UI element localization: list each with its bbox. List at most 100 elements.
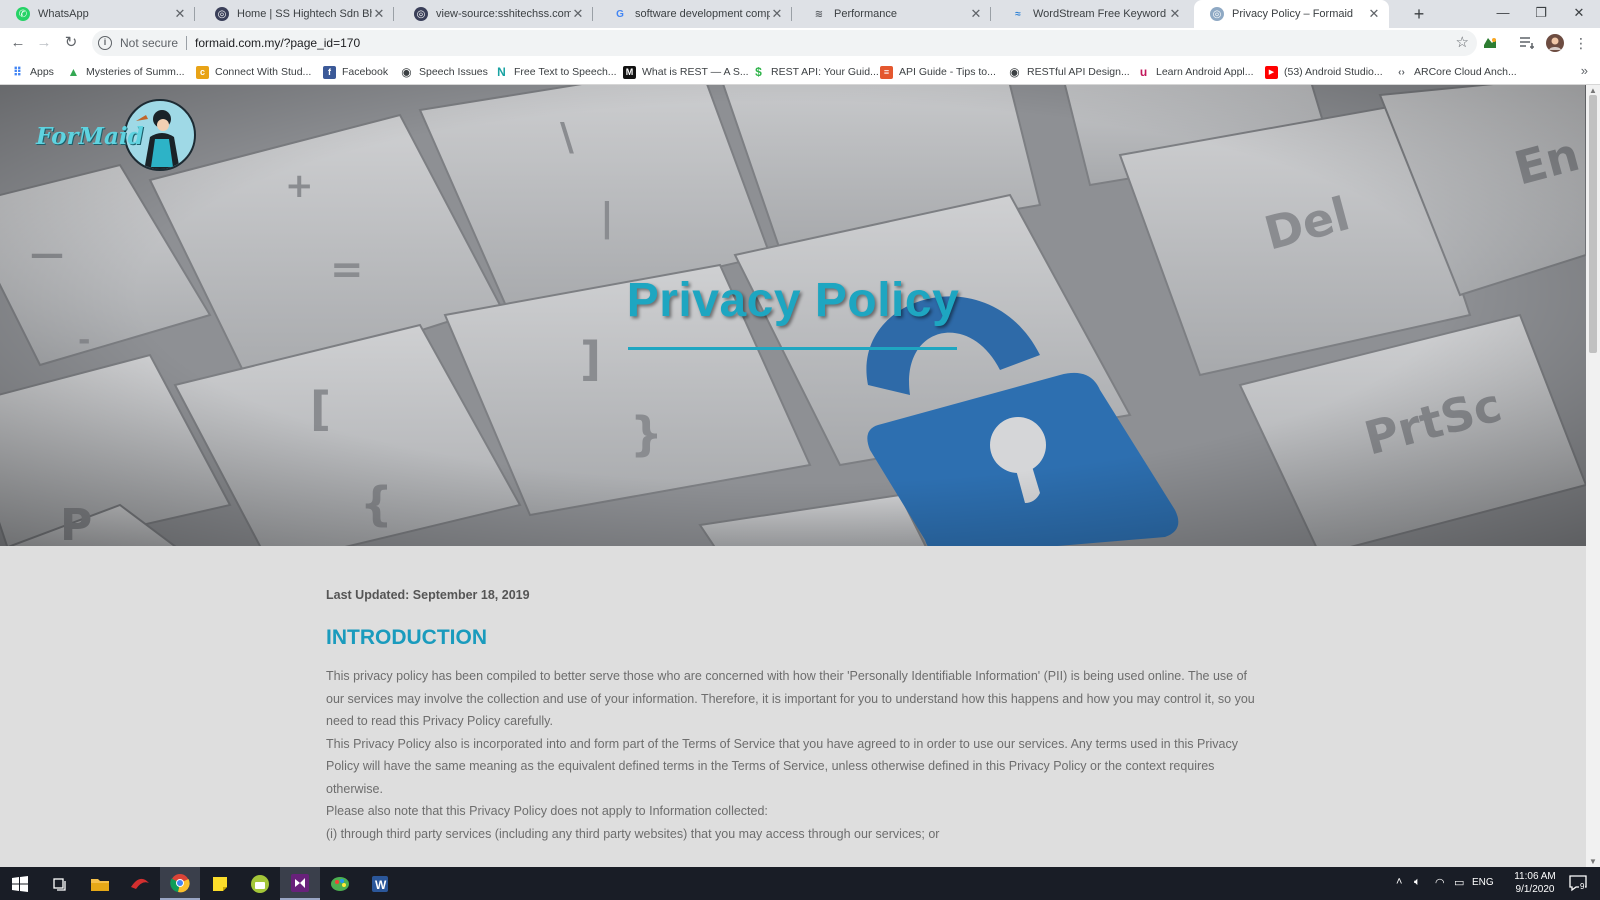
bookmark-label: Learn Android Appl... bbox=[1156, 66, 1254, 78]
menu-kebab-icon[interactable]: ⋮ bbox=[1570, 32, 1592, 54]
bookmark-label: What is REST — A S... bbox=[642, 66, 749, 78]
tab-privacy-policy[interactable]: ◎ Privacy Policy – Formaid ✕ bbox=[1194, 0, 1389, 28]
scrollbar-thumb[interactable] bbox=[1589, 95, 1597, 353]
page-scrollbar[interactable]: ▲ ▼ bbox=[1586, 85, 1600, 867]
bookmark-learn-android[interactable]: u Learn Android Appl... bbox=[1137, 63, 1254, 81]
bookmark-label: (53) Android Studio... bbox=[1284, 66, 1383, 78]
close-icon[interactable]: ✕ bbox=[571, 6, 585, 22]
page-viewport: + = — - \ | ] } [ { P Del PrtSc En bbox=[0, 85, 1586, 867]
wordstream-icon: ≈ bbox=[1015, 8, 1021, 20]
scroll-down-arrow-icon[interactable]: ▼ bbox=[1589, 857, 1597, 866]
tab-wordstream[interactable]: ≈ WordStream Free Keyword Tool ✕ bbox=[995, 0, 1190, 28]
extension-icon[interactable] bbox=[1481, 34, 1499, 52]
paint-icon[interactable] bbox=[320, 867, 360, 900]
scroll-up-arrow-icon[interactable]: ▲ bbox=[1589, 86, 1597, 95]
bookmark-rest-api-guide[interactable]: $ REST API: Your Guid... bbox=[752, 63, 879, 81]
tab-strip: ✆ WhatsApp ✕ ◎ Home | SS Hightech Sdn Bh… bbox=[0, 0, 1600, 28]
tab-title: software development company bbox=[635, 8, 770, 20]
close-icon[interactable]: ✕ bbox=[1367, 6, 1381, 22]
url-text[interactable]: formaid.com.my/?page_id=170 bbox=[195, 36, 360, 50]
bookmark-api-guide[interactable]: ≡ API Guide - Tips to... bbox=[880, 63, 996, 81]
policy-paragraph: Please also note that this Privacy Polic… bbox=[326, 804, 768, 818]
restore-button[interactable]: ❐ bbox=[1522, 0, 1560, 28]
tab-title: WhatsApp bbox=[38, 8, 89, 20]
info-icon[interactable]: i bbox=[98, 36, 112, 50]
wifi-icon[interactable]: ◠ bbox=[1435, 876, 1445, 889]
close-icon[interactable]: ✕ bbox=[173, 6, 187, 22]
media-controls-icon[interactable] bbox=[1518, 34, 1536, 52]
sticky-notes-icon[interactable] bbox=[200, 867, 240, 900]
battery-icon[interactable]: ▭ bbox=[1454, 876, 1464, 889]
whatsapp-icon: ✆ bbox=[16, 7, 30, 21]
volume-icon[interactable]: 🔈︎ bbox=[1414, 876, 1421, 889]
forward-button[interactable]: → bbox=[33, 32, 55, 54]
performance-icon: ≋ bbox=[814, 8, 824, 20]
profile-avatar-icon[interactable] bbox=[1546, 34, 1564, 52]
reload-button[interactable]: ↻ bbox=[60, 32, 82, 54]
language-indicator[interactable]: ENG bbox=[1472, 877, 1494, 888]
bookmark-mysteries[interactable]: ▲ Mysteries of Summ... bbox=[67, 63, 185, 81]
clock-time: 11:06 AM bbox=[1514, 871, 1556, 882]
apps-grid-icon: ⠿ bbox=[12, 65, 23, 79]
google-drive-icon: ▲ bbox=[67, 65, 80, 79]
bookmark-what-is-rest[interactable]: M What is REST — A S... bbox=[623, 63, 749, 81]
tab-title: view-source:sshitechss.com/inde bbox=[436, 8, 571, 20]
code-icon: ‹› bbox=[1398, 66, 1405, 78]
bookmark-text-to-speech[interactable]: N Free Text to Speech... bbox=[495, 63, 616, 81]
close-icon[interactable]: ✕ bbox=[770, 6, 784, 22]
bookmark-label: ARCore Cloud Anch... bbox=[1414, 66, 1517, 78]
close-icon[interactable]: ✕ bbox=[969, 6, 983, 22]
tab-whatsapp[interactable]: ✆ WhatsApp ✕ bbox=[0, 0, 195, 28]
file-explorer-icon[interactable] bbox=[80, 867, 120, 900]
formaid-logo[interactable]: ForMaid bbox=[36, 99, 196, 171]
task-view-icon[interactable] bbox=[40, 867, 80, 900]
windows-start-icon[interactable] bbox=[0, 867, 40, 900]
title-underline bbox=[628, 347, 957, 350]
bookmark-apps[interactable]: ⠿ Apps bbox=[11, 63, 54, 81]
back-button[interactable]: ← bbox=[7, 32, 29, 54]
policy-paragraph: (i) through third party services (includ… bbox=[326, 826, 940, 841]
tab-performance[interactable]: ≋ Performance ✕ bbox=[796, 0, 991, 28]
google-icon: G bbox=[616, 8, 624, 20]
bookmark-connect[interactable]: c Connect With Stud... bbox=[196, 63, 311, 81]
clock-date: 9/1/2020 bbox=[1515, 884, 1555, 895]
bookmark-android-studio[interactable]: ▶ (53) Android Studio... bbox=[1265, 63, 1383, 81]
bookmark-label: Speech Issues bbox=[419, 66, 488, 78]
bookmark-facebook[interactable]: f Facebook bbox=[323, 63, 388, 81]
tab-title: Privacy Policy – Formaid bbox=[1232, 8, 1354, 20]
tab-sshightech-home[interactable]: ◎ Home | SS Hightech Sdn Bhd ✕ bbox=[199, 0, 394, 28]
logo-wordmark: ForMaid bbox=[36, 123, 144, 150]
close-icon[interactable]: ✕ bbox=[1168, 6, 1182, 22]
tab-view-source[interactable]: ◎ view-source:sshitechss.com/inde ✕ bbox=[398, 0, 593, 28]
app-red-icon[interactable] bbox=[120, 867, 160, 900]
globe-icon: ◎ bbox=[414, 7, 428, 21]
more-bookmarks-icon[interactable]: » bbox=[1581, 63, 1588, 78]
last-updated-text: Last Updated: September 18, 2019 bbox=[326, 588, 530, 602]
new-tab-button[interactable]: + bbox=[1408, 3, 1430, 25]
tab-google-search[interactable]: G software development company ✕ bbox=[597, 0, 792, 28]
policy-paragraph: This Privacy Policy also is incorporated… bbox=[326, 736, 1238, 796]
bookmark-restful-api-design[interactable]: ◉ RESTful API Design... bbox=[1008, 63, 1130, 81]
introduction-heading: INTRODUCTION bbox=[326, 626, 487, 649]
close-window-button[interactable]: ✕ bbox=[1560, 0, 1598, 28]
address-bar[interactable]: i Not secure formaid.com.my/?page_id=170… bbox=[92, 30, 1477, 56]
facebook-icon: f bbox=[323, 65, 336, 79]
bookmark-star-icon[interactable]: ☆ bbox=[1456, 33, 1469, 51]
bookmark-label: Apps bbox=[30, 66, 54, 78]
android-icon[interactable] bbox=[240, 867, 280, 900]
show-hidden-icons-icon[interactable]: ˄ bbox=[1396, 876, 1402, 888]
chrome-icon[interactable] bbox=[160, 867, 200, 900]
bookmark-arcore[interactable]: ‹› ARCore Cloud Anch... bbox=[1395, 63, 1517, 81]
page-title: Privacy Policy bbox=[626, 274, 960, 327]
close-icon[interactable]: ✕ bbox=[372, 6, 386, 22]
bookmark-label: RESTful API Design... bbox=[1027, 66, 1130, 78]
bookmark-speech-issues[interactable]: ◉ Speech Issues bbox=[400, 63, 488, 81]
minimize-button[interactable]: — bbox=[1484, 0, 1522, 28]
globe-icon: ◎ bbox=[215, 7, 229, 21]
notification-center-icon[interactable]: 9 bbox=[1568, 873, 1588, 893]
system-clock[interactable]: 11:06 AM 9/1/2020 bbox=[1500, 870, 1570, 896]
globe-icon: ◎ bbox=[1210, 7, 1224, 21]
udemy-icon: u bbox=[1139, 65, 1148, 79]
word-icon[interactable]: W bbox=[360, 867, 400, 900]
visual-studio-icon[interactable] bbox=[280, 867, 320, 900]
